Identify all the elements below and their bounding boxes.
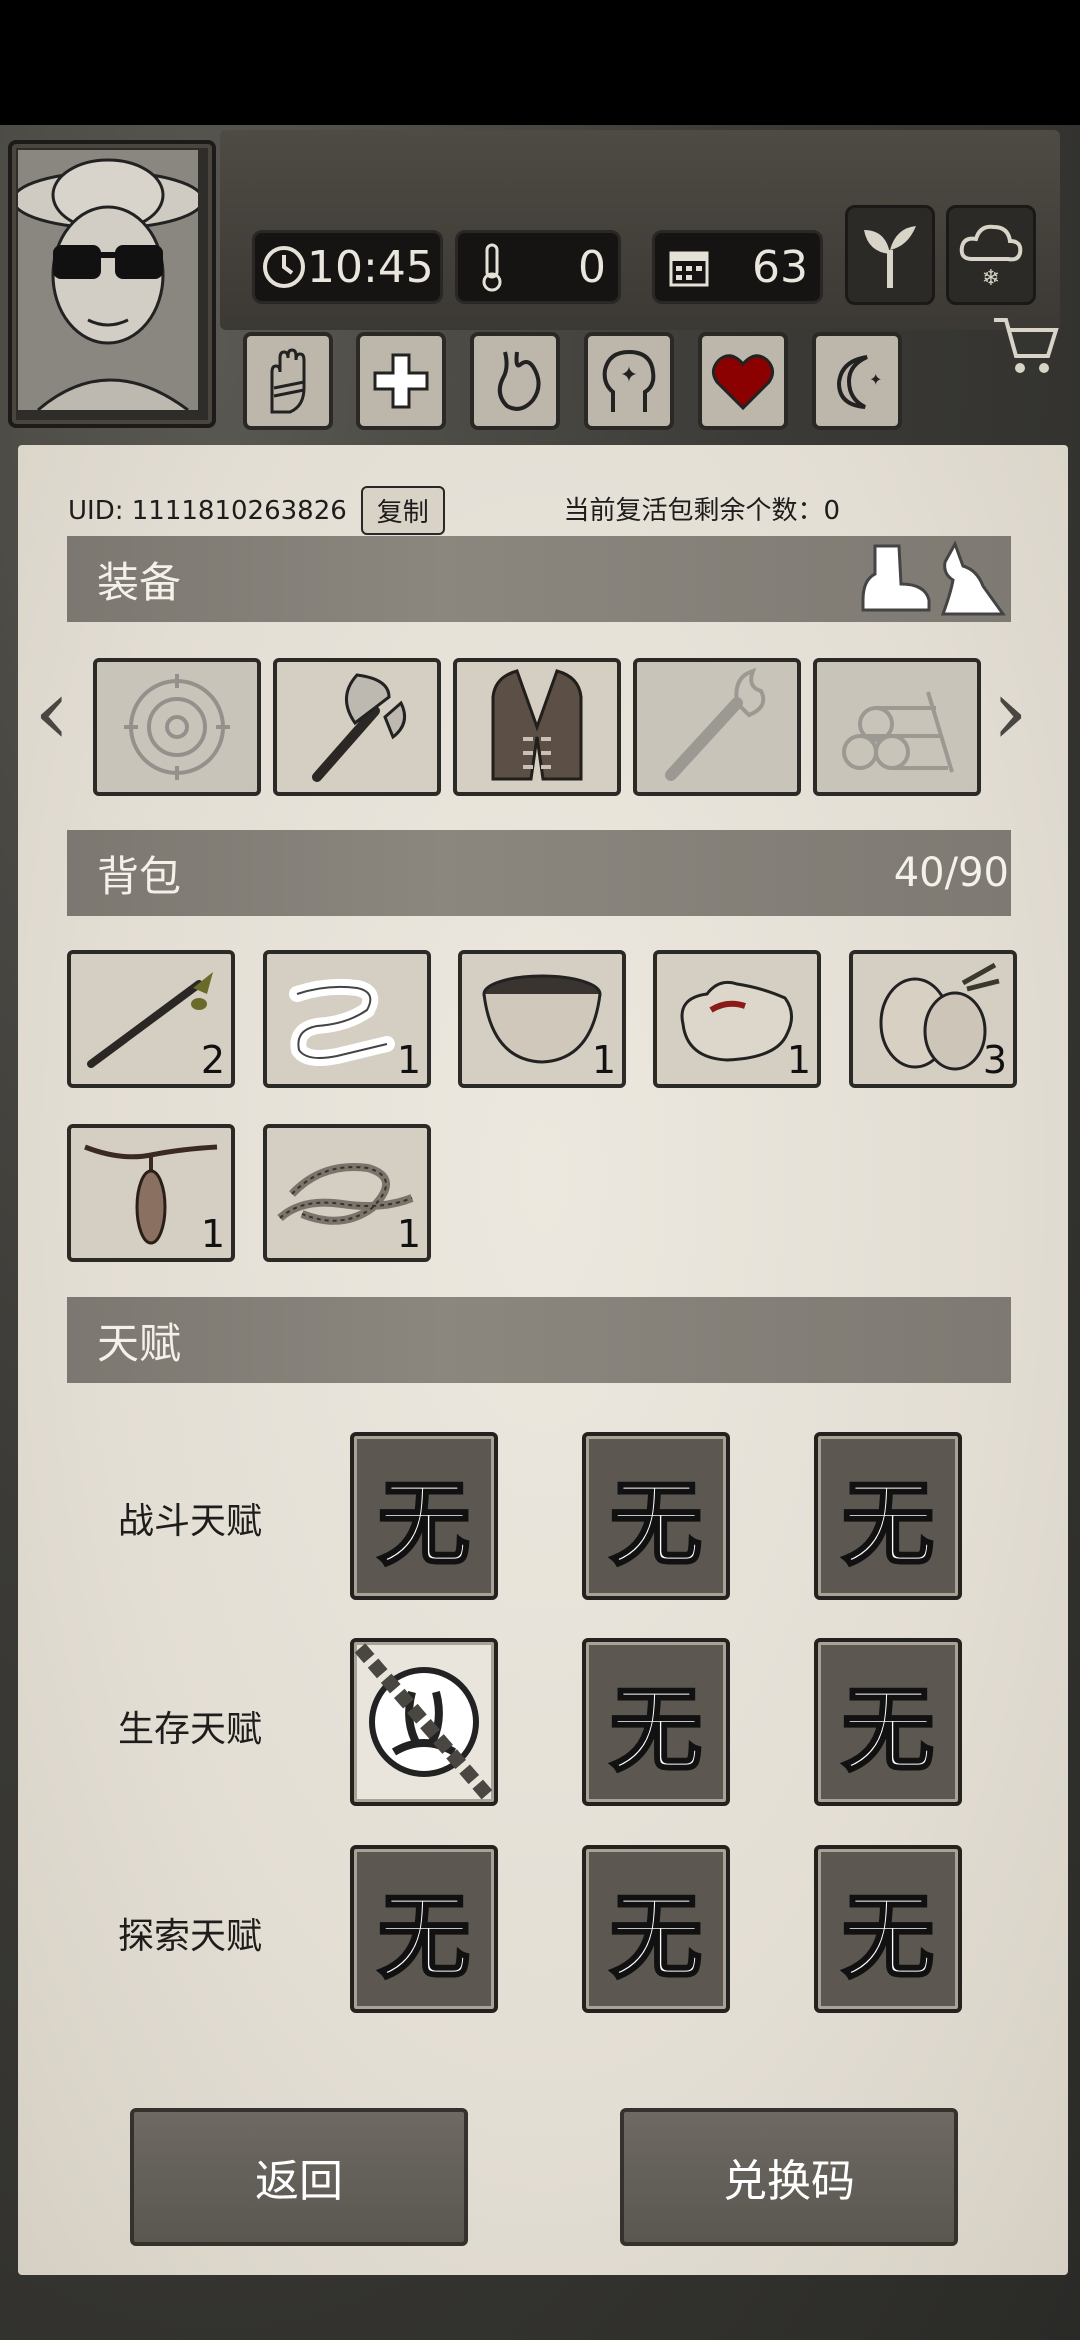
heart-status[interactable] bbox=[698, 332, 788, 430]
uid-text: UID: 1111810263826 bbox=[68, 495, 347, 526]
combat-talent-slot-1[interactable]: 无 bbox=[350, 1432, 498, 1600]
equipment-title: 装备 bbox=[97, 557, 182, 607]
talents-header: 天赋 bbox=[67, 1297, 1011, 1383]
item-quantity: 1 bbox=[396, 1212, 421, 1256]
explore-talent-slot-2[interactable]: 无 bbox=[582, 1845, 730, 2013]
equipment-next-arrow[interactable]: › bbox=[992, 660, 1028, 765]
backpack-capacity: 40/90 bbox=[893, 850, 1009, 896]
survival-talent-label: 生存天赋 bbox=[118, 1709, 263, 1750]
explore-talent-label: 探索天赋 bbox=[118, 1916, 263, 1957]
revive-count: 当前复活包剩余个数：0 bbox=[563, 496, 840, 526]
logs-icon bbox=[842, 691, 954, 773]
item-quantity: 1 bbox=[591, 1038, 616, 1082]
torch-icon bbox=[665, 667, 766, 781]
boot-icon[interactable] bbox=[855, 540, 935, 618]
back-button[interactable]: 返回 bbox=[130, 2108, 468, 2246]
equipment-slot-vest[interactable] bbox=[453, 658, 621, 796]
health-status[interactable] bbox=[356, 332, 446, 430]
survival-talent-slot-3[interactable]: 无 bbox=[814, 1638, 962, 1806]
axe-icon bbox=[312, 673, 407, 782]
target-icon bbox=[124, 674, 230, 780]
item-quantity: 3 bbox=[982, 1038, 1007, 1082]
day-value: 63 bbox=[752, 241, 808, 293]
equipment-slot-logs[interactable] bbox=[813, 658, 981, 796]
explore-talent-slot-3[interactable]: 无 bbox=[814, 1845, 962, 2013]
explore-talent-slot-1[interactable]: 无 bbox=[350, 1845, 498, 2013]
backpack-header: 背包 40/90 bbox=[67, 830, 1011, 916]
wolf-icon[interactable] bbox=[933, 540, 1009, 620]
shopping-cart-icon bbox=[994, 318, 1059, 373]
clock-icon bbox=[261, 239, 307, 295]
equipment-header: 装备 bbox=[67, 536, 1011, 622]
uid-row: UID: 1111810263826 复制 bbox=[68, 486, 445, 535]
thermometer-icon bbox=[464, 239, 520, 295]
backpack-item-bandage[interactable]: 1 bbox=[263, 950, 431, 1088]
bandaged-hand-icon bbox=[270, 348, 306, 414]
temperature-value: 0 bbox=[578, 241, 606, 293]
backpack-item-coconut[interactable]: 3 bbox=[849, 950, 1017, 1088]
calendar-icon bbox=[661, 239, 717, 295]
equipment-prev-arrow[interactable]: ‹ bbox=[34, 660, 70, 765]
sprout-button[interactable] bbox=[845, 205, 935, 305]
moon-icon: ✦ bbox=[836, 355, 882, 409]
backpack-item-pendant[interactable]: 1 bbox=[67, 1124, 235, 1262]
locked-rabbit-talent-icon bbox=[354, 1643, 494, 1801]
sprout-icon bbox=[864, 226, 916, 288]
talents-title: 天赋 bbox=[97, 1318, 182, 1368]
head-sparkle-icon: ✦ bbox=[602, 349, 656, 412]
item-quantity: 1 bbox=[786, 1038, 811, 1082]
stomach-status[interactable] bbox=[470, 332, 560, 430]
backpack-item-spear[interactable]: 2 bbox=[67, 950, 235, 1088]
day-counter: 63 bbox=[652, 230, 823, 304]
medical-cross-icon bbox=[373, 353, 429, 409]
svg-text:❄: ❄ bbox=[982, 266, 1000, 291]
temperature-display: 0 bbox=[455, 230, 621, 304]
sleep-status[interactable]: ✦ bbox=[812, 332, 902, 430]
stomach-icon bbox=[497, 351, 541, 411]
status-bar-area bbox=[0, 0, 1080, 125]
player-avatar[interactable] bbox=[8, 140, 216, 428]
copy-uid-button[interactable]: 复制 bbox=[360, 486, 445, 535]
combat-talent-label: 战斗天赋 bbox=[118, 1501, 263, 1542]
item-quantity: 1 bbox=[396, 1038, 421, 1082]
snow-cloud-icon: ❄ bbox=[959, 224, 1023, 291]
backpack-item-rope[interactable]: 1 bbox=[263, 1124, 431, 1262]
combat-talent-slot-3[interactable]: 无 bbox=[814, 1432, 962, 1600]
item-quantity: 1 bbox=[200, 1212, 225, 1256]
redeem-code-button[interactable]: 兑换码 bbox=[620, 2108, 958, 2246]
svg-text:✦: ✦ bbox=[869, 370, 882, 389]
combat-talent-slot-2[interactable]: 无 bbox=[582, 1432, 730, 1600]
survival-talent-slot-2[interactable]: 无 bbox=[582, 1638, 730, 1806]
equipment-slot-torch[interactable] bbox=[633, 658, 801, 796]
survival-talent-slot-1[interactable] bbox=[350, 1638, 498, 1806]
time-display: 10:45 bbox=[252, 230, 443, 304]
hand-status[interactable] bbox=[243, 332, 333, 430]
shop-cart-button[interactable] bbox=[990, 310, 1060, 384]
equipment-slot-axe[interactable] bbox=[273, 658, 441, 796]
mind-status[interactable]: ✦ bbox=[584, 332, 674, 430]
backpack-title: 背包 bbox=[97, 851, 182, 901]
backpack-item-bowl[interactable]: 1 bbox=[458, 950, 626, 1088]
backpack-item-meat[interactable]: 1 bbox=[653, 950, 821, 1088]
time-value: 10:45 bbox=[307, 241, 434, 293]
weather-button[interactable]: ❄ bbox=[946, 205, 1036, 305]
equipment-slot-target[interactable] bbox=[93, 658, 261, 796]
svg-text:✦: ✦ bbox=[620, 363, 638, 388]
heart-icon bbox=[712, 354, 774, 410]
item-quantity: 2 bbox=[200, 1038, 225, 1082]
vest-icon bbox=[491, 669, 583, 781]
